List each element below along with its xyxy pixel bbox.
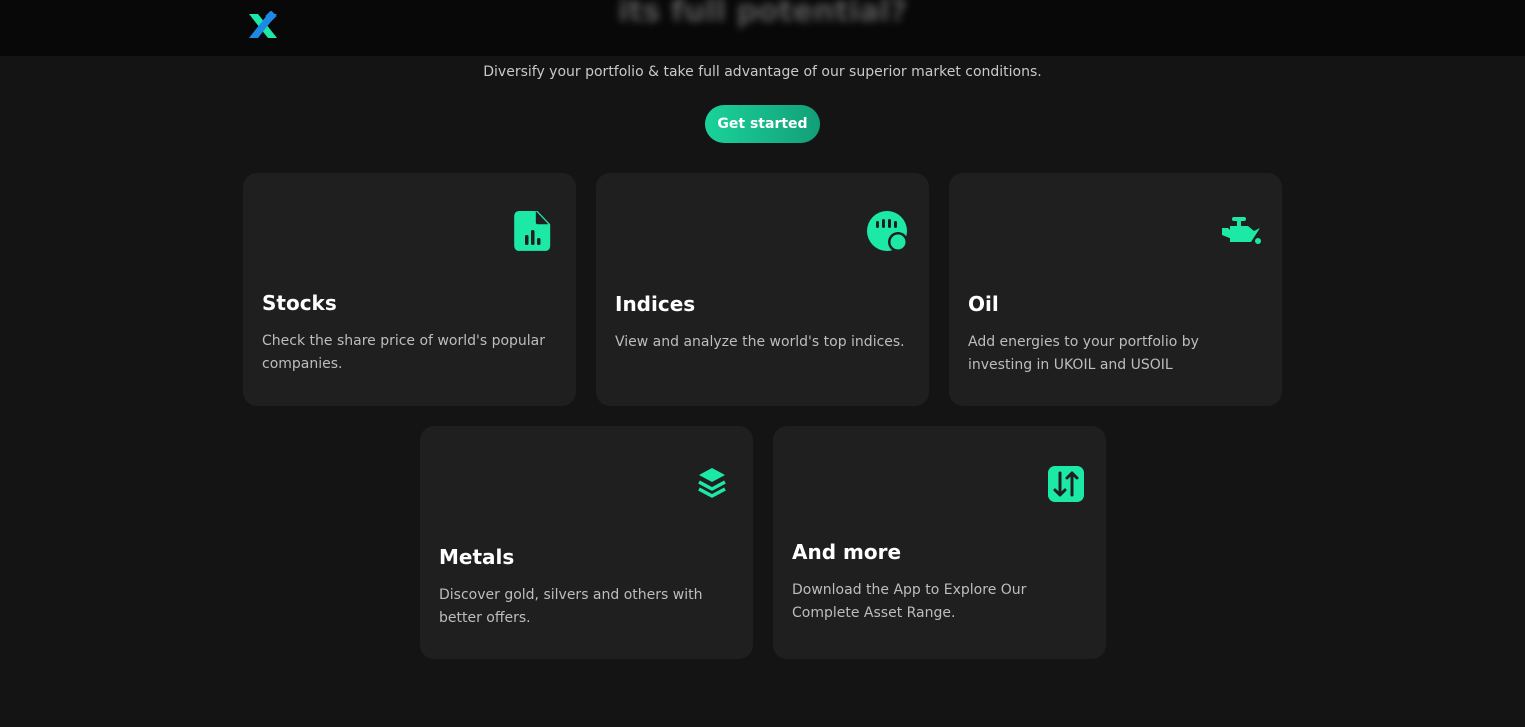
card-title: Metals <box>439 545 515 569</box>
asset-card-and-more[interactable]: And more Download the App to Explore Our… <box>773 426 1106 659</box>
card-title: Stocks <box>262 291 337 315</box>
asset-card-metals[interactable]: Metals Discover gold, silvers and others… <box>420 426 753 659</box>
card-description: Download the App to Explore Our Complete… <box>792 582 1027 621</box>
page-heading-blurred: its full potential? <box>617 0 908 29</box>
card-title: Oil <box>968 292 999 316</box>
asset-card-stocks[interactable]: Stocks Check the share price of world's … <box>243 173 576 406</box>
card-description: Check the share price of world's popular… <box>262 333 546 372</box>
stock-document-chart-icon <box>514 211 551 251</box>
card-description: View and analyze the world's top indices… <box>615 334 905 350</box>
oil-can-icon <box>1222 217 1261 244</box>
asset-card-oil[interactable]: Oil Add energies to your portfolio by in… <box>949 173 1282 406</box>
card-title: And more <box>792 540 902 564</box>
indices-gauge-icon <box>867 211 908 252</box>
card-description: Discover gold, silvers and others with b… <box>439 587 703 626</box>
top-navbar: its full potential? <box>0 0 1525 56</box>
asset-card-indices[interactable]: Indices View and analyze the world's top… <box>596 173 929 406</box>
hero-subtitle: Diversify your portfolio & take full adv… <box>483 64 1042 80</box>
brand-logo-icon[interactable] <box>247 11 279 41</box>
get-started-button[interactable]: Get started <box>705 105 820 143</box>
card-description: Add energies to your portfolio by invest… <box>968 334 1199 373</box>
arrows-up-down-icon <box>1048 466 1084 502</box>
card-title: Indices <box>615 292 696 316</box>
layers-icon <box>698 468 726 498</box>
